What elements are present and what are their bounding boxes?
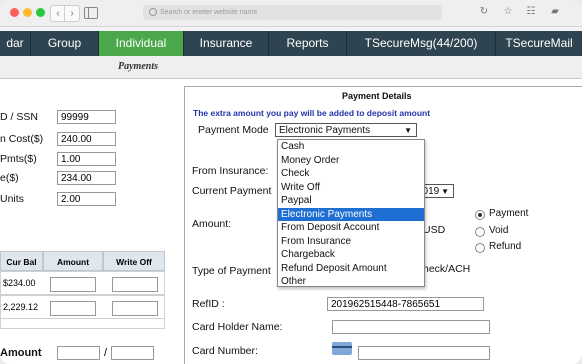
reload-icon[interactable]: ↻ [478,6,490,18]
ssn-input[interactable]: 99999 [57,110,116,124]
total-amount-input-1[interactable] [57,346,100,360]
write-off-cell-input[interactable] [112,301,158,316]
amount-label: Amount: [192,218,232,230]
radio-button[interactable] [475,210,485,220]
card-number-label: Card Number: [192,345,258,357]
payment-mode-value: Electronic Payments [279,125,371,136]
tab-group[interactable]: Group [31,31,99,56]
option-electronic-payments[interactable]: Electronic Payments [278,207,424,221]
total-amount-input-2[interactable] [111,346,154,360]
option-paypal[interactable]: Paypal [278,194,424,208]
credit-card-icon [332,342,352,355]
option-chargeback[interactable]: Chargeback [278,248,424,262]
card-number-input[interactable] [358,346,490,360]
sidebar-toggle-icon[interactable] [84,7,98,19]
cur-bal-value: $234.00 [3,278,36,288]
tab-label: TSecureMsg(44/200) [364,36,478,50]
search-icon [149,8,157,16]
payment-details-panel: Payment Details The extra amount you pay… [184,86,582,364]
main-nav: dar Group Individual Insurance Reports T… [0,31,582,56]
tab-label: Group [47,36,82,50]
amount-separator: / [104,347,108,359]
tab-reports[interactable]: Reports [269,31,347,56]
card-holder-label: Card Holder Name: [192,321,283,333]
cur-bal-value: 2,229.12 [3,302,39,312]
option-refund-deposit-amount[interactable]: Refund Deposit Amount [278,262,424,276]
chevron-down-icon: ▼ [441,187,449,196]
radio-button[interactable] [475,243,485,253]
page-title: Payments [118,61,158,72]
refid-label: RefID : [192,298,225,310]
currency-label: USD [423,224,446,236]
field-label-cost: n Cost($) [0,133,44,145]
tab-tsecuremail[interactable]: TSecureMail [496,31,582,56]
table-header-write-off: Write Off [103,251,165,271]
payment-mode-label: Payment Mode [198,124,269,136]
option-other[interactable]: Other [278,275,424,289]
field-label-balance: e($) [0,172,19,184]
share-icon[interactable]: ▰ [549,6,561,18]
page-subbar: Payments [0,56,582,79]
browser-window: ‹ › Search or eneter website name ↻ ☆ ☷ … [0,0,582,364]
radio-label: Void [489,225,509,236]
tab-insurance[interactable]: Insurance [184,31,269,56]
card-holder-input[interactable] [332,320,490,334]
address-bar-placeholder: Search or eneter website name [160,9,258,16]
amount-cell-input[interactable] [50,301,96,316]
browser-toolbar: ‹ › Search or eneter website name ↻ ☆ ☷ … [0,0,582,27]
write-off-cell-input[interactable] [112,277,158,292]
current-payment-label: Current Payment [192,185,272,197]
close-window-button[interactable] [10,8,19,17]
option-check[interactable]: Check [278,167,424,181]
balance-input[interactable]: 234.00 [57,171,116,185]
option-cash[interactable]: Cash [278,140,424,154]
deposit-note: The extra amount you pay will be added t… [193,108,431,118]
tab-individual[interactable]: Individual [99,31,184,56]
address-bar[interactable]: Search or eneter website name [143,5,442,20]
option-from-deposit-account[interactable]: From Deposit Account [278,221,424,235]
pmts-input[interactable]: 1.00 [57,152,116,166]
field-label-ssn: D / SSN [0,111,38,123]
units-input[interactable]: 2.00 [57,192,116,206]
field-label-units: Units [0,193,24,205]
from-insurance-label: From Insurance: [192,165,269,177]
total-amount-label: Amount [0,347,42,359]
table-header-amount: Amount [43,251,103,271]
chevron-down-icon: ▼ [404,126,412,135]
payment-mode-dropdown[interactable]: Cash Money Order Check Write Off Paypal … [277,139,425,287]
option-from-insurance[interactable]: From Insurance [278,235,424,249]
tab-calendar[interactable]: dar [0,31,31,56]
table-footer [0,319,165,329]
table-row: 2,229.12 [0,295,165,319]
radio-label: Payment [489,208,529,219]
forward-icon[interactable]: › [64,5,80,22]
minimize-window-button[interactable] [23,8,32,17]
radio-label: Refund [489,241,522,252]
tab-label: Insurance [199,36,253,50]
tab-label: Individual [115,36,167,50]
type-of-payment-label: Type of Payment [192,265,271,277]
reader-icon[interactable]: ☷ [525,6,537,18]
tab-label: TSecureMail [505,36,573,50]
payment-details-title: Payment Details [342,91,412,101]
content-area: D / SSN 99999 n Cost($) 240.00 Pmts($) 1… [0,79,582,364]
payment-mode-select[interactable]: Electronic Payments ▼ [275,123,417,137]
tab-label: dar [6,36,24,50]
maximize-window-button[interactable] [36,8,45,17]
field-label-pmts: Pmts($) [0,153,37,165]
table-header-cur-bal: Cur Bal [0,251,43,271]
tab-tsecuremsg[interactable]: TSecureMsg(44/200) [347,31,496,56]
type-of-payment-value: heck/ACH [423,263,471,275]
refid-input[interactable]: 201962515448-7865651 [327,297,484,311]
tab-label: Reports [286,36,329,50]
amount-cell-input[interactable] [50,277,96,292]
radio-button[interactable] [475,227,485,237]
cost-input[interactable]: 240.00 [57,132,116,146]
option-write-off[interactable]: Write Off [278,181,424,195]
option-money-order[interactable]: Money Order [278,154,424,168]
bookmark-star-icon[interactable]: ☆ [502,6,514,18]
table-row: $234.00 [0,271,165,295]
